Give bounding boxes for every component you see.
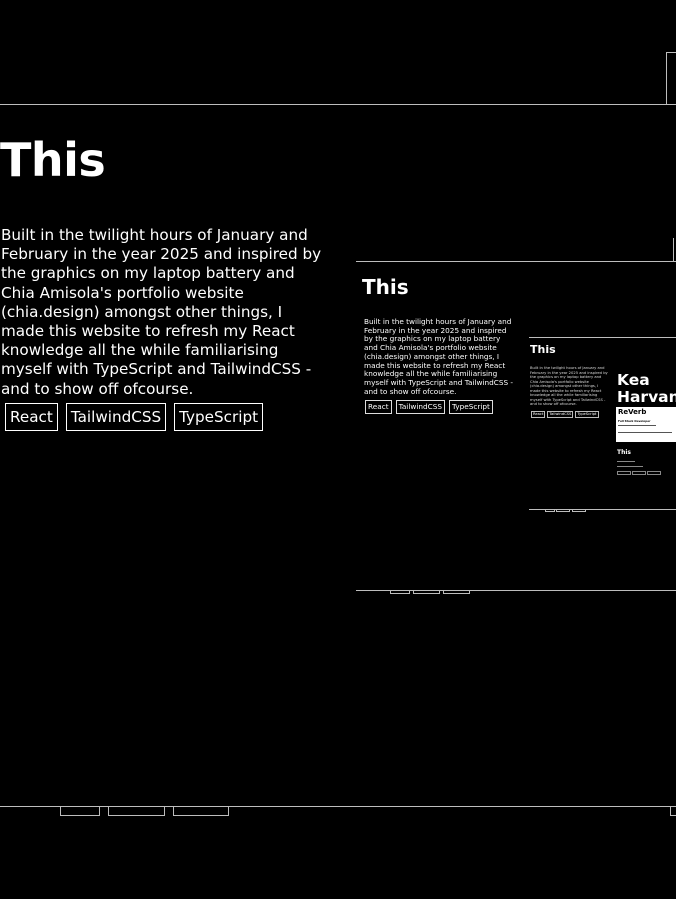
nested-preview-card-line-1 (618, 425, 656, 426)
preview-bottom-tab-3 (443, 590, 470, 594)
preview-tags: React TailwindCSS TypeScript (365, 400, 493, 414)
bottom-right-frame-box (670, 806, 676, 816)
preview-bottom-tab-1 (390, 590, 410, 594)
bottom-tab-outline-2 (108, 806, 165, 816)
bottom-divider (0, 806, 676, 807)
project-description: Built in the twilight hours of January a… (1, 226, 322, 398)
nested-preview-name-text: Kea Harvan (617, 371, 676, 406)
preview-tag-typescript: TypeScript (448, 400, 493, 414)
nested-preview-mini-title: This (617, 449, 631, 456)
nested-preview-card-line-2 (618, 432, 672, 433)
nested-preview-mini-line-2 (617, 466, 643, 467)
nested-preview-tag-tailwindcss: TailwindCSS (547, 411, 574, 418)
top-divider (0, 104, 676, 105)
nested-preview-mini-tag-2 (632, 471, 646, 475)
preview-title: This (362, 275, 409, 299)
nested-preview-mini-tag-1 (617, 471, 631, 475)
tag-tailwindcss[interactable]: TailwindCSS (65, 403, 167, 431)
nested-preview-screenshot: This Built in the twilight hours of Janu… (529, 337, 676, 510)
preview-bottom-tab-2 (413, 590, 440, 594)
nested-preview-card-subtitle: Full Stack Developer (618, 419, 651, 423)
preview-top-right-notch (673, 238, 674, 262)
nested-preview-description: Built in the twilight hours of January a… (530, 366, 608, 406)
tag-react[interactable]: React (5, 403, 58, 431)
tag-typescript[interactable]: TypeScript (174, 403, 264, 431)
preview-tag-tailwindcss: TailwindCSS (395, 400, 445, 414)
project-title: This (0, 133, 106, 187)
nested-preview-mini-tag-3 (647, 471, 661, 475)
nested-preview-title: This (530, 343, 556, 356)
bottom-tab-outline-3 (173, 806, 229, 816)
nested-preview-name: Kea Harvan (617, 371, 676, 406)
nested-preview-mini-tags (617, 471, 661, 475)
bottom-tab-outline-1 (60, 806, 100, 816)
nested-preview-project-card: ReVerb Full Stack Developer (616, 407, 676, 442)
preview-description: Built in the twilight hours of January a… (364, 317, 514, 396)
nested-preview-mini-line-1 (617, 461, 635, 462)
nested-preview-tags: React TailwindCSS TypeScript (531, 411, 599, 418)
preview-tag-react: React (365, 400, 392, 414)
nested-preview-tag-react: React (531, 411, 546, 418)
nested-preview-card-title: ReVerb (618, 408, 647, 416)
nested-preview-tag-typescript: TypeScript (575, 411, 599, 418)
project-tags: React TailwindCSS TypeScript (5, 403, 264, 431)
top-right-frame-box (666, 52, 676, 105)
